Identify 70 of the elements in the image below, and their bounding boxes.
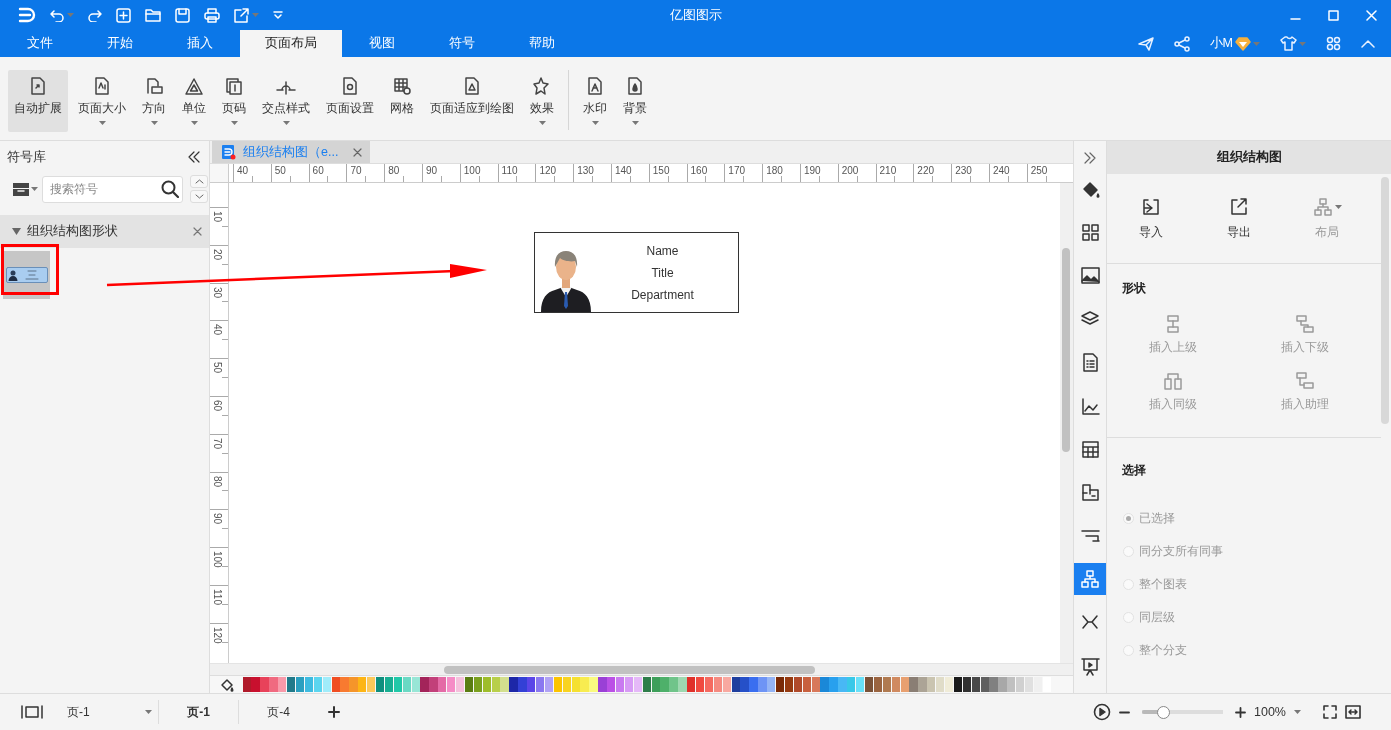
section-title: 选择 <box>1121 462 1147 479</box>
window-title: 亿图图示 <box>669 6 722 24</box>
ruler-label: 140 <box>614 165 632 176</box>
ruler-label: 170 <box>728 165 746 176</box>
ribbon-button[interactable]: 页码 <box>216 70 252 132</box>
panel-action-button[interactable]: 导出 <box>1204 196 1274 241</box>
ruler-label: 190 <box>803 165 821 176</box>
ruler-label: 100 <box>463 165 481 176</box>
ruler-label: 80 <box>212 475 223 487</box>
ribbon-button[interactable]: 背景 <box>617 70 653 132</box>
ruler-label: 210 <box>879 165 897 176</box>
user-name[interactable]: 小M <box>1209 35 1233 52</box>
menu-tab[interactable]: 符号 <box>422 30 502 57</box>
page-dropdown[interactable]: 页-1 <box>53 700 158 724</box>
ribbon-button[interactable]: 自动扩展 <box>8 70 68 132</box>
name-text: Name <box>646 243 679 258</box>
ruler-label: 250 <box>1030 165 1048 176</box>
ruler-label: 230 <box>955 165 972 176</box>
ruler-label: 150 <box>652 165 670 176</box>
ribbon-button[interactable]: 单位 <box>176 70 212 132</box>
ruler-label: 120 <box>539 165 557 176</box>
ruler-label: 110 <box>501 165 518 176</box>
panel-title: 组织结构图 <box>1107 141 1391 174</box>
ruler-label: 40 <box>212 324 223 336</box>
ribbon-button[interactable]: 方向 <box>136 70 172 132</box>
ruler-label: 180 <box>766 165 783 176</box>
ruler-label: 70 <box>212 437 223 449</box>
ruler-label: 50 <box>274 165 286 176</box>
panel-title: 符号库 <box>7 148 46 166</box>
ruler-label: 60 <box>312 165 324 176</box>
ribbon-button[interactable]: 页面设置 <box>320 70 380 132</box>
ruler-label: 130 <box>577 165 594 176</box>
ruler-label: 80 <box>388 165 400 176</box>
ruler-label: 240 <box>992 165 1010 176</box>
panel-action-button[interactable]: 导入 <box>1116 196 1186 241</box>
ruler-label: 100 <box>212 551 223 568</box>
ruler-label: 220 <box>917 165 935 176</box>
ribbon-button[interactable]: 页面大小 <box>72 70 132 132</box>
search-field[interactable]: 搜索符号 <box>42 175 183 203</box>
section-title: 形状 <box>1121 280 1147 297</box>
menu-tab[interactable]: 文件 <box>0 30 80 57</box>
ruler-label: 40 <box>237 165 249 176</box>
ruler-label: 200 <box>841 165 859 176</box>
ribbon-button[interactable]: 网格 <box>384 70 420 132</box>
page-tab[interactable]: 页-4 <box>238 700 318 724</box>
ruler-label: 90 <box>426 165 438 176</box>
ribbon-button[interactable]: 效果 <box>524 70 560 132</box>
ruler-label: 110 <box>212 588 223 605</box>
menu-tab[interactable]: 开始 <box>80 30 160 57</box>
org-chart-shape[interactable]: Name Title Department <box>534 232 739 313</box>
ribbon-button[interactable]: 页面适应到绘图 <box>424 70 520 132</box>
ruler-label: 120 <box>212 626 223 644</box>
ribbon-button[interactable]: 水印 <box>577 70 613 132</box>
menu-tab[interactable]: 视图 <box>342 30 422 57</box>
ruler-label: 70 <box>350 165 362 176</box>
ruler-label: 10 <box>212 211 223 223</box>
ruler-label: 60 <box>212 400 223 412</box>
zoom-level[interactable]: 100% <box>1254 705 1286 719</box>
page-tab[interactable]: 页-1 <box>158 700 238 724</box>
ruler-label: 160 <box>690 165 708 176</box>
menu-tab[interactable]: 页面布局 <box>240 30 342 57</box>
menu-tab[interactable]: 帮助 <box>502 30 582 57</box>
ruler-label: 50 <box>212 362 223 374</box>
department-text: Department <box>631 287 694 302</box>
title-text: Title <box>651 265 674 280</box>
menu-tab[interactable]: 插入 <box>160 30 240 57</box>
ruler-label: 90 <box>212 513 223 525</box>
ribbon-button[interactable]: 交点样式 <box>256 70 316 132</box>
ruler-label: 20 <box>212 248 223 260</box>
ruler-label: 30 <box>212 286 223 298</box>
